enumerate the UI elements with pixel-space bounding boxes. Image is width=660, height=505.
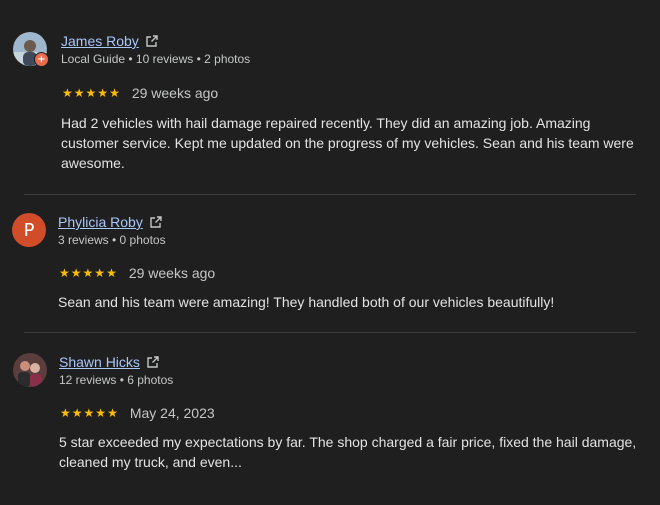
- star-icon: ★: [73, 86, 85, 100]
- star-icon: ★: [109, 86, 120, 100]
- star-rating: ★ ★ ★ ★ ★: [62, 87, 120, 99]
- star-icon: ★: [94, 266, 106, 280]
- review-date: 29 weeks ago: [131, 85, 219, 101]
- star-icon: ★: [106, 266, 117, 280]
- review-text: 5 star exceeded my expectations by far. …: [59, 434, 637, 470]
- star-icon: ★: [70, 266, 82, 280]
- review-text: Had 2 vehicles with hail damage repaired…: [61, 115, 634, 171]
- star-icon: ★: [95, 406, 107, 420]
- star-icon: ★: [82, 266, 94, 280]
- reviewer-meta: 12 reviews • 6 photos: [59, 373, 174, 387]
- divider: [24, 332, 636, 333]
- reviewer-meta: 3 reviews • 0 photos: [58, 233, 166, 247]
- external-link-icon[interactable]: [146, 355, 160, 369]
- reviewer-name-link[interactable]: Shawn Hicks: [59, 354, 140, 370]
- review-text: Sean and his team were amazing! They han…: [58, 294, 555, 310]
- reviewer-meta: Local Guide • 10 reviews • 2 photos: [61, 52, 251, 66]
- reviewer-name-link[interactable]: Phylicia Roby: [58, 214, 143, 230]
- star-icon: ★: [107, 406, 118, 420]
- star-icon: ★: [59, 266, 70, 280]
- external-link-icon[interactable]: [145, 34, 159, 48]
- avatar[interactable]: [13, 353, 47, 387]
- star-icon: ★: [97, 86, 109, 100]
- star-rating: ★ ★ ★ ★ ★: [59, 267, 117, 279]
- star-icon: ★: [83, 406, 95, 420]
- star-rating: ★ ★ ★ ★ ★: [60, 407, 118, 419]
- star-icon: ★: [60, 406, 71, 420]
- review-date: 29 weeks ago: [128, 265, 216, 281]
- reviewer-name-link[interactable]: James Roby: [61, 33, 139, 49]
- divider: [24, 194, 636, 195]
- external-link-icon[interactable]: [149, 215, 163, 229]
- avatar-letter: P: [23, 219, 35, 241]
- star-icon: ★: [85, 86, 97, 100]
- review-date: May 24, 2023: [129, 405, 215, 421]
- local-guide-badge-icon: +: [34, 52, 49, 67]
- star-icon: ★: [62, 86, 73, 100]
- star-icon: ★: [71, 406, 83, 420]
- avatar[interactable]: P: [12, 213, 46, 247]
